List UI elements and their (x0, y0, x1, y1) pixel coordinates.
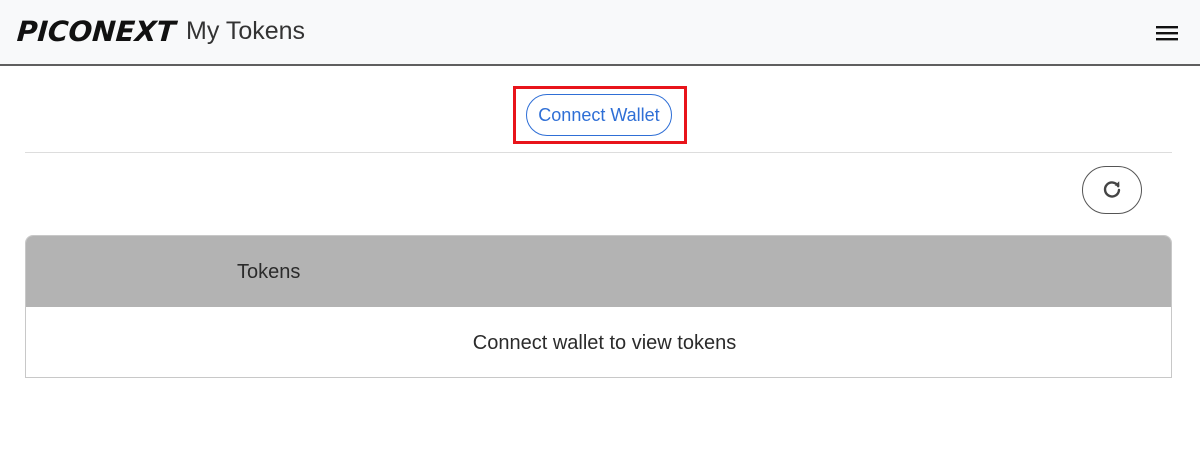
table-body: Connect wallet to view tokens (26, 307, 1171, 377)
refresh-icon (1103, 181, 1121, 198)
hamburger-menu-button[interactable] (1152, 20, 1182, 46)
section-divider (25, 152, 1172, 153)
column-header-tokens: Tokens (237, 261, 301, 283)
empty-state-message: Connect wallet to view tokens (472, 331, 737, 354)
table-header: Tokens (26, 236, 1171, 307)
hamburger-menu-icon (1156, 26, 1178, 41)
refresh-button[interactable] (1082, 166, 1142, 214)
page-title: My Tokens (186, 17, 306, 45)
connect-wallet-button[interactable]: Connect Wallet (526, 94, 672, 136)
top-navbar: PICONEXT My Tokens (0, 0, 1200, 66)
piconext-logo[interactable]: PICONEXT (16, 14, 177, 50)
tokens-table: Tokens Connect wallet to view tokens (25, 235, 1172, 378)
